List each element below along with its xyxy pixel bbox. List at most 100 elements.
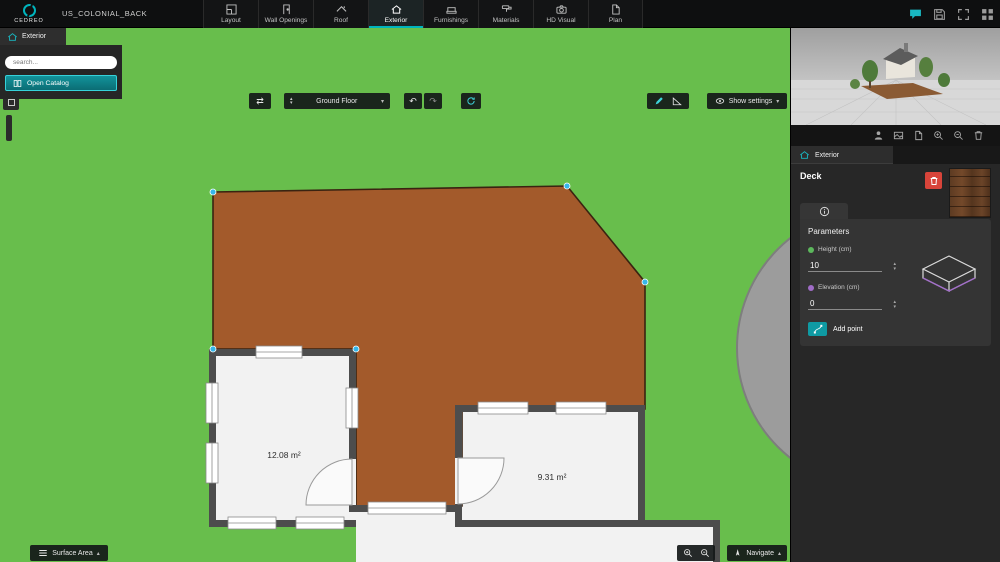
layout-icon [225, 4, 238, 15]
info-icon [819, 206, 830, 217]
zoom-group [677, 545, 715, 561]
undo-button[interactable]: ↶ [404, 93, 422, 109]
deck-handle[interactable] [564, 183, 570, 189]
main-tab-bar: Layout Wall Openings Roof Exterior Furni… [203, 0, 643, 28]
show-settings-label: Show settings [729, 98, 773, 105]
panel-tab-label: Exterior [815, 152, 839, 159]
sofa-icon [445, 4, 458, 15]
redo-button[interactable]: ↷ [424, 93, 442, 109]
page-icon[interactable] [913, 130, 924, 141]
add-point-icon [813, 324, 823, 334]
top-bar: CEDREO US_COLONIAL_BACK Layout Wall Open… [0, 0, 1000, 28]
tab-roof[interactable]: Roof [313, 0, 368, 28]
zoom-out-icon[interactable] [700, 548, 710, 558]
show-settings-button[interactable]: Show settings ▾ [707, 93, 787, 109]
tab-hd-visual[interactable]: HD Visual [533, 0, 588, 28]
fullscreen-icon[interactable] [957, 8, 970, 21]
navigate-label: Navigate [746, 550, 774, 557]
house-icon [390, 4, 403, 15]
deck-handle[interactable] [353, 346, 359, 352]
deck-handle[interactable] [210, 189, 216, 195]
3d-preview[interactable] [791, 28, 1000, 125]
height-input[interactable] [808, 260, 882, 272]
open-catalog-button[interactable]: Open Catalog [5, 75, 117, 91]
catalog-body: Open Catalog [0, 45, 122, 99]
save-icon[interactable] [933, 8, 946, 21]
triangle-ruler-icon[interactable] [672, 96, 682, 106]
info-tab[interactable] [800, 203, 848, 219]
pencil-icon[interactable] [654, 96, 664, 106]
project-name: US_COLONIAL_BACK [62, 0, 147, 27]
navigate-icon [733, 548, 742, 558]
elevation-label: Elevation (cm) [818, 284, 860, 291]
chat-icon[interactable] [909, 8, 922, 21]
zoom-in-icon[interactable] [933, 130, 944, 141]
chevron-up-icon: ▴ [97, 550, 100, 557]
chevron-up-icon: ▴ [778, 550, 781, 557]
house-icon [799, 150, 810, 160]
tab-plan[interactable]: Plan [588, 0, 643, 28]
stepper-down-icon[interactable]: ▾ [893, 267, 896, 272]
elevation-input[interactable] [808, 298, 882, 310]
floor-selector[interactable]: ▴▾ Ground Floor ▾ [284, 93, 390, 109]
height-dot-icon [808, 247, 814, 253]
add-point-button[interactable] [808, 322, 827, 336]
height-label: Height (cm) [818, 246, 852, 253]
parameters-card: Parameters Height (cm) ▴ ▾ Elevation (cm… [800, 219, 991, 346]
logo-text: CEDREO [14, 18, 44, 24]
stepper-down-icon[interactable]: ▾ [893, 305, 896, 310]
floor-up-down-icon[interactable]: ▴▾ [290, 97, 293, 105]
draw-mode-group [647, 93, 689, 109]
room-area-label: 12.08 m² [267, 450, 301, 460]
elevation-stepper: ▴ ▾ [893, 300, 896, 310]
catalog-tab-exterior[interactable]: Exterior [0, 28, 66, 45]
app-logo[interactable]: CEDREO [0, 0, 58, 27]
camera-icon [555, 4, 568, 15]
house-icon [7, 32, 18, 42]
eye-icon [715, 96, 725, 106]
swap-floor-button[interactable]: ⇄ [249, 93, 271, 109]
deck-handle[interactable] [210, 346, 216, 352]
refresh-icon [466, 96, 476, 106]
deck-material-swatch[interactable] [949, 168, 991, 218]
elevation-field: Elevation (cm) ▴ ▾ [808, 284, 896, 311]
trash-icon [929, 176, 939, 186]
zoom-out-icon[interactable] [953, 130, 964, 141]
zoom-in-icon[interactable] [683, 548, 693, 558]
topbar-icon-group [909, 0, 994, 28]
side-drag-handle[interactable] [6, 115, 12, 141]
navigate-button[interactable]: Navigate ▴ [727, 545, 787, 561]
floor-selector-value: Ground Floor [297, 98, 377, 105]
hamburger-icon [38, 548, 48, 558]
height-stepper: ▴ ▾ [893, 262, 896, 272]
book-icon [13, 79, 22, 88]
deck-handle[interactable] [642, 279, 648, 285]
delete-deck-button[interactable] [925, 172, 942, 189]
tab-wall-openings[interactable]: Wall Openings [258, 0, 313, 28]
tab-exterior[interactable]: Exterior [368, 0, 423, 28]
document-icon [609, 4, 622, 15]
tab-layout[interactable]: Layout [203, 0, 258, 28]
person-icon[interactable] [873, 130, 884, 141]
snapshot-icon[interactable] [893, 130, 904, 141]
door-icon [280, 4, 293, 15]
search-input[interactable] [5, 56, 117, 69]
undo-icon: ↶ [409, 96, 417, 107]
catalog-panel: Exterior Open Catalog [0, 28, 122, 99]
tab-furnishings[interactable]: Furnishings [423, 0, 478, 28]
surface-area-button[interactable]: Surface Area ▴ [30, 545, 108, 561]
chevron-down-icon: ▾ [776, 98, 779, 105]
refresh-button[interactable] [461, 93, 481, 109]
paint-roller-icon [500, 4, 513, 15]
add-point-row: Add point [808, 322, 983, 336]
room-area-label: 9.31 m² [538, 472, 567, 482]
trash-icon[interactable] [973, 130, 984, 141]
tab-materials[interactable]: Materials [478, 0, 533, 28]
elevation-dot-icon [808, 285, 814, 291]
panel-tab-exterior[interactable]: Exterior [791, 146, 893, 164]
catalog-tab-label: Exterior [22, 33, 46, 40]
apps-grid-icon[interactable] [981, 8, 994, 21]
chevron-down-icon: ▾ [381, 98, 384, 105]
redo-icon: ↷ [429, 96, 437, 107]
parameters-title: Parameters [808, 227, 983, 236]
